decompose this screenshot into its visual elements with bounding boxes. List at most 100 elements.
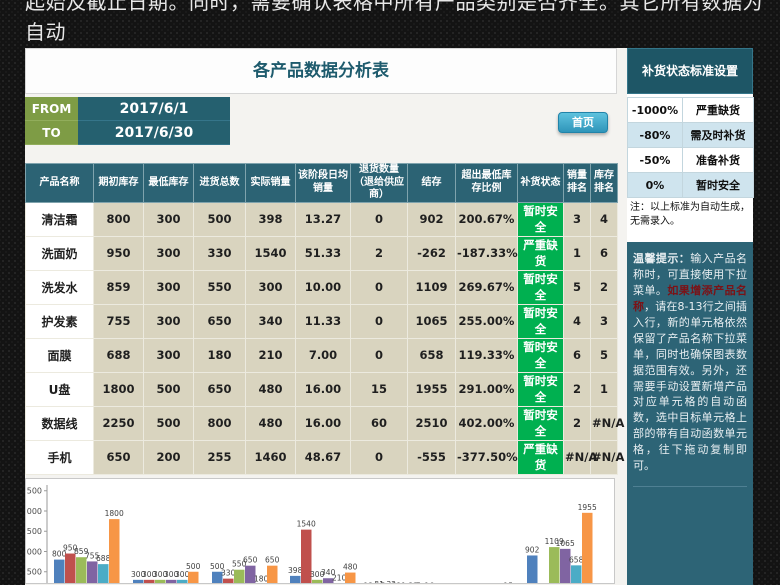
product-name-cell[interactable]: 洗发水 [25, 269, 94, 305]
status-cell[interactable]: 暂时安全 [517, 269, 564, 305]
table-cell[interactable]: 291.00% [455, 371, 518, 407]
table-cell[interactable]: 11.33 [295, 303, 351, 339]
table-cell[interactable]: 180 [193, 337, 246, 373]
table-cell[interactable]: 3 [563, 201, 591, 237]
table-cell[interactable]: 255 [193, 439, 246, 475]
status-cell[interactable]: 暂时安全 [517, 337, 564, 373]
table-cell[interactable]: 1065 [407, 303, 456, 339]
table-cell[interactable]: 7.00 [295, 337, 351, 373]
table-cell[interactable]: 300 [143, 269, 194, 305]
table-cell[interactable]: 480 [245, 371, 296, 407]
from-value-cell[interactable]: 2017/6/1 [78, 97, 230, 121]
table-header-cell[interactable]: 结存 [407, 163, 456, 203]
table-cell[interactable]: 500 [143, 405, 194, 441]
table-cell[interactable]: 480 [245, 405, 296, 441]
table-cell[interactable]: #N/A [590, 439, 624, 475]
table-cell[interactable]: 950 [93, 235, 144, 271]
table-cell[interactable]: 398 [245, 201, 296, 237]
table-cell[interactable]: 48.67 [295, 439, 351, 475]
table-cell[interactable]: 2 [590, 269, 618, 305]
table-cell[interactable]: 1460 [245, 439, 296, 475]
table-cell[interactable]: 300 [143, 337, 194, 373]
table-cell[interactable]: 658 [407, 337, 456, 373]
table-cell[interactable]: 650 [193, 303, 246, 339]
table-cell[interactable]: 60 [350, 405, 408, 441]
rule-label-cell[interactable]: 需及时补货 [682, 122, 754, 148]
table-header-cell[interactable]: 超出最低库存比例 [455, 163, 518, 203]
table-cell[interactable]: -555 [407, 439, 456, 475]
table-cell[interactable]: 210 [245, 337, 296, 373]
table-cell[interactable]: #N/A [563, 439, 597, 475]
table-cell[interactable]: 4 [590, 201, 618, 237]
table-cell[interactable]: 15 [350, 371, 408, 407]
table-header-cell[interactable]: 期初库存 [93, 163, 144, 203]
table-cell[interactable]: 2510 [407, 405, 456, 441]
table-cell[interactable]: 500 [193, 201, 246, 237]
rule-threshold-cell[interactable]: 0% [627, 172, 683, 198]
table-cell[interactable]: #N/A [590, 405, 624, 441]
table-cell[interactable]: 10.00 [295, 269, 351, 305]
table-cell[interactable]: 6 [590, 235, 618, 271]
table-cell[interactable]: 859 [93, 269, 144, 305]
table-cell[interactable]: 688 [93, 337, 144, 373]
product-name-cell[interactable]: 数据线 [25, 405, 94, 441]
rule-label-cell[interactable]: 严重缺货 [682, 97, 754, 123]
table-cell[interactable]: 300 [143, 201, 194, 237]
table-cell[interactable]: 1540 [245, 235, 296, 271]
table-cell[interactable]: 3 [590, 303, 618, 339]
table-cell[interactable]: 2 [350, 235, 408, 271]
product-name-cell[interactable]: 洗面奶 [25, 235, 94, 271]
table-cell[interactable]: 800 [93, 201, 144, 237]
status-cell[interactable]: 暂时安全 [517, 303, 564, 339]
table-header-cell[interactable]: 实际销量 [245, 163, 296, 203]
table-cell[interactable]: 0 [350, 201, 408, 237]
sales-bar-chart[interactable]: 5001000150020002500800950859755688180030… [25, 478, 615, 584]
product-name-cell[interactable]: U盘 [25, 371, 94, 407]
table-cell[interactable]: 0 [350, 337, 408, 373]
table-cell[interactable]: 2 [563, 405, 591, 441]
table-cell[interactable]: 16.00 [295, 371, 351, 407]
table-cell[interactable]: 330 [193, 235, 246, 271]
table-cell[interactable]: 300 [143, 303, 194, 339]
table-cell[interactable]: 5 [563, 269, 591, 305]
table-cell[interactable]: 550 [193, 269, 246, 305]
table-cell[interactable]: 1109 [407, 269, 456, 305]
table-cell[interactable]: 13.27 [295, 201, 351, 237]
table-cell[interactable]: 1800 [93, 371, 144, 407]
table-cell[interactable]: -262 [407, 235, 456, 271]
table-cell[interactable]: 300 [245, 269, 296, 305]
table-cell[interactable]: 2 [563, 371, 591, 407]
product-name-cell[interactable]: 护发素 [25, 303, 94, 339]
table-header-cell[interactable]: 补货状态 [517, 163, 564, 203]
table-cell[interactable]: 402.00% [455, 405, 518, 441]
table-cell[interactable]: -377.50% [455, 439, 518, 475]
table-cell[interactable]: 902 [407, 201, 456, 237]
table-cell[interactable]: 0 [350, 439, 408, 475]
table-header-cell[interactable]: 库存排名 [590, 163, 618, 203]
table-header-cell[interactable]: 退货数量（退给供应商） [350, 163, 408, 203]
status-cell[interactable]: 暂时安全 [517, 371, 564, 407]
rule-threshold-cell[interactable]: -50% [627, 147, 683, 173]
table-cell[interactable]: 800 [193, 405, 246, 441]
rule-label-cell[interactable]: 暂时安全 [682, 172, 754, 198]
table-cell[interactable]: 650 [93, 439, 144, 475]
table-cell[interactable]: 500 [143, 371, 194, 407]
table-cell[interactable]: 200 [143, 439, 194, 475]
table-cell[interactable]: 2250 [93, 405, 144, 441]
table-header-cell[interactable]: 销量排名 [563, 163, 591, 203]
table-cell[interactable]: 755 [93, 303, 144, 339]
table-cell[interactable]: 269.67% [455, 269, 518, 305]
table-cell[interactable]: 0 [350, 269, 408, 305]
table-cell[interactable]: 51.33 [295, 235, 351, 271]
table-cell[interactable]: 6 [563, 337, 591, 373]
table-cell[interactable]: 4 [563, 303, 591, 339]
table-header-cell[interactable]: 该阶段日均销量 [295, 163, 351, 203]
home-button[interactable]: 首页 [558, 112, 608, 133]
table-cell[interactable]: -187.33% [455, 235, 518, 271]
table-cell[interactable]: 0 [350, 303, 408, 339]
status-cell[interactable]: 严重缺货 [517, 439, 564, 475]
table-header-cell[interactable]: 进货总数 [193, 163, 246, 203]
status-cell[interactable]: 暂时安全 [517, 405, 564, 441]
table-cell[interactable]: 255.00% [455, 303, 518, 339]
product-name-cell[interactable]: 手机 [25, 439, 94, 475]
